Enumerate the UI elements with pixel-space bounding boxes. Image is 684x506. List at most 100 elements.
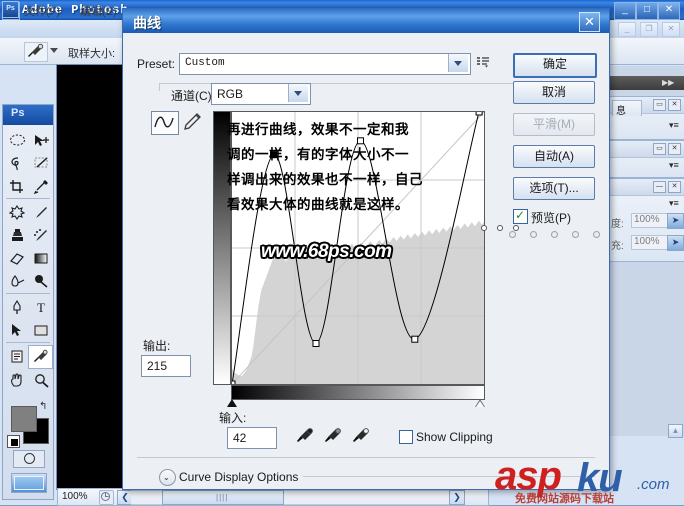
- eyedropper-tool[interactable]: [28, 345, 53, 369]
- fill-label: 充:: [611, 241, 624, 252]
- preset-label: Preset:: [137, 57, 176, 71]
- app-menu-icon[interactable]: Ps: [2, 1, 19, 18]
- panel-close-button[interactable]: ✕: [668, 99, 681, 111]
- move-tool[interactable]: [29, 129, 54, 153]
- panel-menu-icon[interactable]: ▾≡: [669, 121, 682, 131]
- tool-preset-chevron-down-icon[interactable]: [50, 48, 58, 53]
- minimize-button[interactable]: _: [614, 2, 636, 20]
- shape-tool[interactable]: [29, 319, 54, 343]
- preset-chevron-down-icon[interactable]: [448, 54, 468, 72]
- crop-tool[interactable]: [5, 175, 30, 199]
- panel-minimize-button[interactable]: ▭: [653, 99, 666, 111]
- close-button[interactable]: ✕: [658, 2, 680, 20]
- healing-brush-tool[interactable]: [5, 201, 30, 225]
- preview-label[interactable]: 预览(P): [531, 209, 571, 226]
- menu-item-edit[interactable]: 编辑(E): [80, 3, 117, 19]
- input-label: 输入:: [219, 411, 247, 425]
- history-brush-tool[interactable]: [29, 224, 54, 248]
- swap-colors-icon[interactable]: ↰: [39, 401, 47, 412]
- hand-tool[interactable]: [5, 369, 30, 393]
- panel-close-button[interactable]: ✕: [668, 143, 681, 155]
- eyedropper-icon[interactable]: [24, 42, 48, 62]
- opacity-stepper-button[interactable]: ➤: [667, 213, 684, 229]
- document-restore-button[interactable]: ❐: [640, 22, 658, 37]
- output-label: 输出:: [143, 339, 171, 353]
- overlay-line-1: 再进行曲线，效果不一定和我: [227, 122, 409, 137]
- preview-checkbox[interactable]: ✓: [513, 208, 528, 224]
- show-clipping-label[interactable]: Show Clipping: [416, 430, 493, 444]
- set-gray-point-eyedropper[interactable]: [323, 427, 343, 447]
- channel-group-border-left: [159, 83, 160, 91]
- decorative-dot: [509, 231, 516, 238]
- zoom-tool[interactable]: [29, 369, 54, 393]
- fill-value[interactable]: 100%: [631, 235, 669, 250]
- opacity-label: 度:: [611, 219, 624, 230]
- quick-mask-icon: [24, 453, 35, 464]
- info-panel-tab[interactable]: 息: [612, 100, 642, 117]
- options-button[interactable]: 选项(T)...: [513, 177, 595, 200]
- type-tool[interactable]: T: [29, 296, 54, 320]
- panel-menu-icon[interactable]: ▾≡: [669, 161, 682, 171]
- opacity-value[interactable]: 100%: [631, 213, 669, 228]
- dialog-titlebar[interactable]: [123, 9, 609, 33]
- tool-divider: [6, 342, 50, 343]
- scroll-right-button[interactable]: ❯: [449, 490, 465, 505]
- menu-item-file[interactable]: 文件(F): [24, 3, 60, 19]
- overlay-line-2: 调的一样，有的字体大小不一: [227, 147, 409, 162]
- overlay-dot: [481, 225, 487, 231]
- set-black-point-eyedropper[interactable]: [295, 427, 315, 447]
- output-value: 215: [147, 359, 168, 373]
- decorative-dot: [593, 231, 600, 238]
- dialog-close-button[interactable]: ✕: [579, 12, 600, 32]
- status-flyout-icon[interactable]: [99, 490, 114, 505]
- panel-collapse-arrows-icon[interactable]: ▶▶: [662, 78, 674, 87]
- notes-tool[interactable]: [5, 345, 30, 369]
- magic-wand-tool[interactable]: [29, 152, 54, 176]
- gradient-tool[interactable]: [29, 247, 54, 271]
- panel-close-button[interactable]: ✕: [668, 181, 681, 193]
- fill-stepper-button[interactable]: ➤: [667, 235, 684, 251]
- document-minimize-button[interactable]: _: [618, 22, 636, 37]
- dodge-tool[interactable]: [29, 270, 54, 294]
- curve-display-options-label[interactable]: Curve Display Options: [179, 470, 298, 484]
- aspku-watermark: asp ku .com 免费网站源码下载站: [487, 454, 684, 505]
- channel-chevron-down-icon[interactable]: [288, 84, 308, 102]
- maximize-button[interactable]: □: [636, 2, 658, 20]
- curve-display-options-arrow-glyph: ⌄: [163, 473, 170, 482]
- dialog-body: Preset: Custom 通道(C): RGB 再进行曲线，效果不一定和我 …: [123, 33, 609, 489]
- marquee-tool[interactable]: [5, 129, 30, 153]
- black-point-slider[interactable]: [227, 399, 237, 407]
- pencil-draw-icon[interactable]: [181, 111, 203, 133]
- show-clipping-checkbox[interactable]: [399, 430, 413, 444]
- curve-edit-icon[interactable]: [151, 111, 179, 135]
- brush-tool[interactable]: [29, 201, 54, 225]
- document-close-button[interactable]: ✕: [662, 22, 680, 37]
- auto-button[interactable]: 自动(A): [513, 145, 595, 168]
- preset-options-menu-icon[interactable]: [477, 57, 489, 68]
- eraser-tool[interactable]: [5, 247, 30, 271]
- default-colors-icon[interactable]: [7, 435, 20, 448]
- path-selection-tool[interactable]: [5, 319, 30, 343]
- panel-scroll-up-button[interactable]: ▲: [668, 424, 683, 438]
- clone-stamp-tool[interactable]: [5, 224, 30, 248]
- photoshop-app-window: Ps Adobe Photosh _ □ ✕ Ps 文件(F) 编辑(E) _ …: [0, 0, 684, 506]
- watermark-com: .com: [637, 476, 670, 493]
- set-white-point-eyedropper[interactable]: [351, 427, 371, 447]
- pen-tool[interactable]: [5, 296, 30, 320]
- info-panel-tab-label: 息: [616, 106, 626, 117]
- slice-tool[interactable]: [29, 175, 54, 199]
- lasso-tool[interactable]: [5, 152, 30, 176]
- foreground-color-swatch[interactable]: [11, 406, 37, 432]
- ok-button[interactable]: 确定: [513, 53, 597, 78]
- overlay-annotation-text: 再进行曲线，效果不一定和我 调的一样，有的字体大小不一 样调出来的效果也不一样，…: [227, 117, 475, 217]
- panel-menu-icon[interactable]: ▾≡: [669, 199, 682, 209]
- cancel-button[interactable]: 取消: [513, 81, 595, 104]
- preset-value: Custom: [185, 57, 225, 69]
- chevron-down-icon[interactable]: ⌄: [159, 469, 176, 486]
- tool-palette-logo-icon: Ps: [11, 107, 25, 119]
- panel-collapse-button[interactable]: —: [653, 181, 666, 193]
- svg-text:T: T: [37, 300, 45, 315]
- zoom-level-value[interactable]: 100%: [62, 491, 88, 502]
- blur-tool[interactable]: [5, 270, 30, 294]
- panel-minimize-button[interactable]: ▭: [653, 143, 666, 155]
